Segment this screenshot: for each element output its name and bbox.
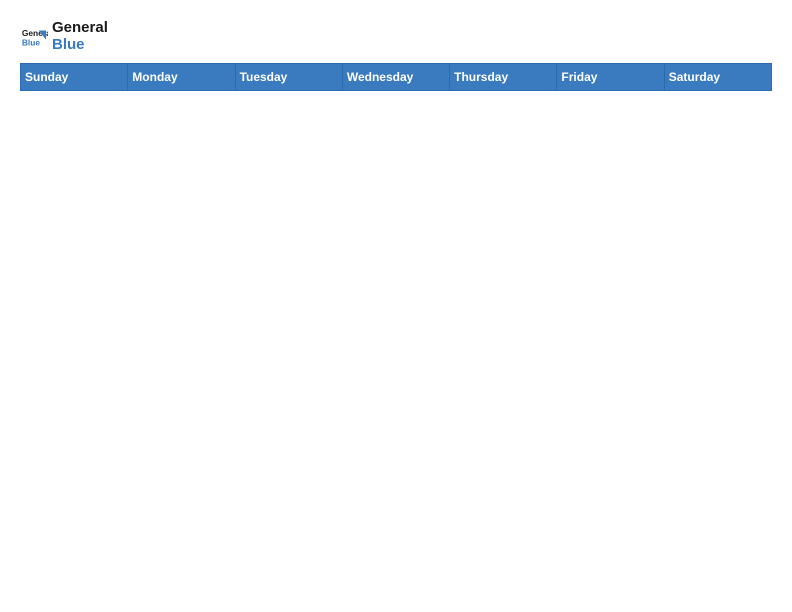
logo-line1: General: [52, 20, 108, 37]
weekday-header-monday: Monday: [128, 64, 235, 91]
weekday-header-friday: Friday: [557, 64, 664, 91]
weekday-header-row: SundayMondayTuesdayWednesdayThursdayFrid…: [21, 64, 772, 91]
logo-line2: Blue: [52, 37, 108, 54]
svg-text:Blue: Blue: [22, 37, 40, 47]
weekday-header-tuesday: Tuesday: [235, 64, 342, 91]
logo: General Blue General Blue: [20, 20, 108, 53]
page-header: General Blue General Blue: [20, 20, 772, 53]
logo-icon: General Blue: [20, 23, 48, 51]
calendar-table: SundayMondayTuesdayWednesdayThursdayFrid…: [20, 63, 772, 91]
weekday-header-sunday: Sunday: [21, 64, 128, 91]
weekday-header-wednesday: Wednesday: [342, 64, 449, 91]
weekday-header-thursday: Thursday: [450, 64, 557, 91]
weekday-header-saturday: Saturday: [664, 64, 771, 91]
